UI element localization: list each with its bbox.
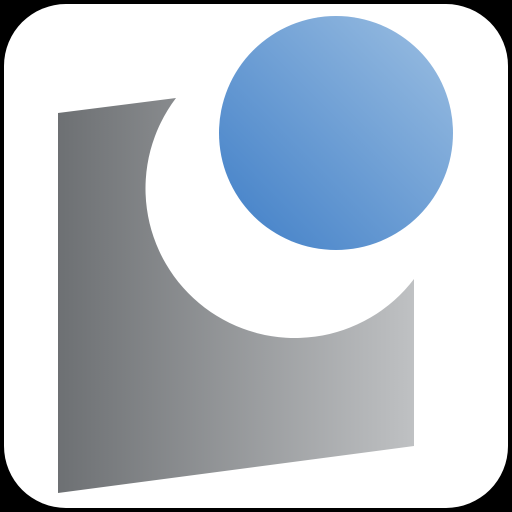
app-icon bbox=[4, 4, 508, 508]
icon-canvas bbox=[0, 0, 512, 512]
blue-circle-shape bbox=[219, 16, 453, 250]
